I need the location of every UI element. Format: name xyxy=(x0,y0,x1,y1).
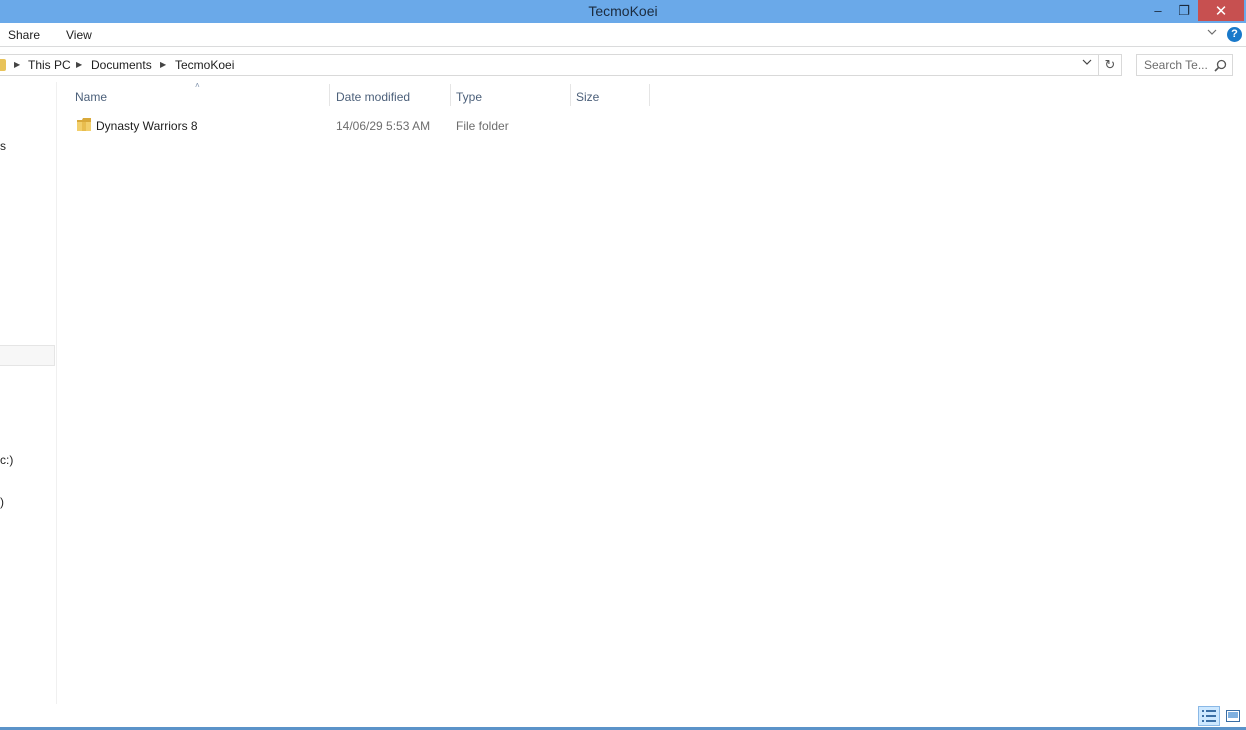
column-header-name-label: Name xyxy=(75,90,108,104)
navigation-pane[interactable]: s c:) ) xyxy=(0,82,57,704)
search-placeholder: Search Te... xyxy=(1144,58,1208,72)
address-history-dropdown-icon[interactable] xyxy=(1082,58,1092,69)
breadcrumb-tecmokoei[interactable]: TecmoKoei xyxy=(175,58,234,72)
column-header-type-label: Type xyxy=(456,90,483,104)
file-date-modified: 14/06/29 5:53 AM xyxy=(336,119,431,133)
minimize-icon: – xyxy=(1154,3,1162,18)
file-row[interactable]: Dynasty Warriors 8 14/06/29 5:53 AM File… xyxy=(72,115,650,136)
file-type: File folder xyxy=(456,119,509,133)
details-view-button[interactable] xyxy=(1198,706,1220,726)
chevron-down-icon[interactable] xyxy=(1207,27,1217,39)
tab-share[interactable]: Share xyxy=(8,28,40,42)
close-icon: ✕ xyxy=(1214,2,1228,20)
ribbon: Share View ? xyxy=(0,23,1246,47)
search-input[interactable]: Search Te... xyxy=(1136,54,1233,76)
breadcrumb-separator-icon[interactable]: ▶ xyxy=(160,60,166,69)
breadcrumb-documents[interactable]: Documents xyxy=(91,58,152,72)
search-icon xyxy=(1214,59,1227,72)
minimize-button[interactable]: – xyxy=(1145,0,1171,21)
nav-item-fragment[interactable]: s xyxy=(0,139,6,153)
file-name[interactable]: Dynasty Warriors 8 xyxy=(96,119,198,133)
column-divider[interactable] xyxy=(649,84,650,106)
large-icons-view-button[interactable] xyxy=(1222,706,1244,726)
details-view-icon xyxy=(1202,710,1216,722)
address-row: ▶ This PC ▶ Documents ▶ TecmoKoei ↻ Sear… xyxy=(0,48,1246,81)
close-button[interactable]: ✕ xyxy=(1198,0,1244,21)
large-icons-view-icon xyxy=(1226,710,1240,722)
address-bar[interactable]: ▶ This PC ▶ Documents ▶ TecmoKoei xyxy=(0,54,1099,76)
restore-icon: ❐ xyxy=(1178,2,1190,18)
restore-button[interactable]: ❐ xyxy=(1171,0,1197,21)
breadcrumb-separator-icon[interactable]: ▶ xyxy=(76,60,82,69)
title-bar: TecmoKoei – ❐ ✕ xyxy=(0,0,1246,23)
refresh-icon: ↻ xyxy=(1104,57,1116,72)
folder-icon xyxy=(0,59,6,71)
column-header-name[interactable]: Name xyxy=(69,84,330,108)
column-header-size[interactable]: Size xyxy=(570,84,650,108)
column-header-size-label: Size xyxy=(576,90,600,104)
column-header-date-label: Date modified xyxy=(336,90,411,104)
breadcrumb-this-pc[interactable]: This PC xyxy=(28,58,71,72)
column-header-type[interactable]: Type xyxy=(450,84,571,108)
nav-item-fragment[interactable]: c:) xyxy=(0,453,13,467)
refresh-button[interactable]: ↻ xyxy=(1099,54,1122,76)
folder-icon xyxy=(77,118,91,131)
tab-view[interactable]: View xyxy=(66,28,92,42)
nav-item-fragment[interactable]: ) xyxy=(0,495,4,509)
help-icon[interactable]: ? xyxy=(1227,27,1242,42)
column-header-date-modified[interactable]: Date modified xyxy=(330,84,451,108)
breadcrumb-separator-icon[interactable]: ▶ xyxy=(14,60,20,69)
nav-item-selected[interactable] xyxy=(0,345,55,366)
window-title: TecmoKoei xyxy=(588,3,658,19)
